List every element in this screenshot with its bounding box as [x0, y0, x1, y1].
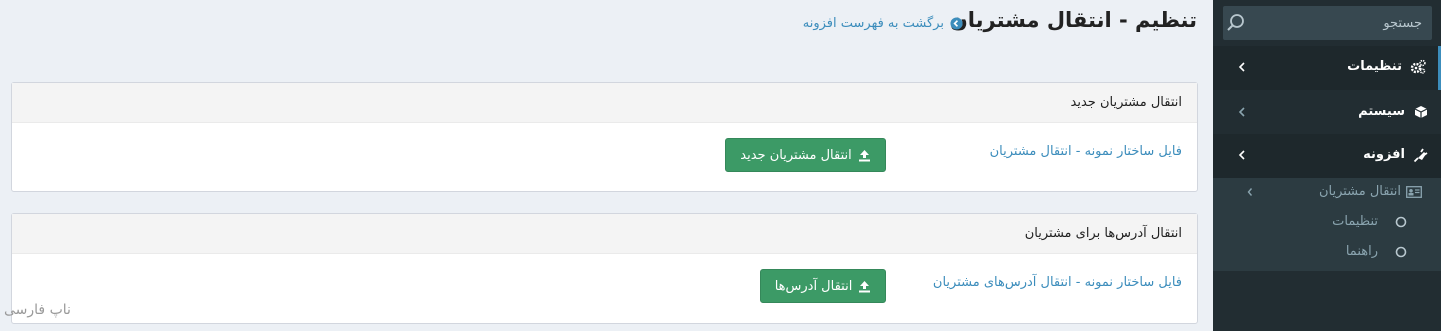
circle-icon [1395, 246, 1407, 258]
search-input[interactable] [1252, 6, 1432, 40]
sample-file-link[interactable]: فایل ساختار نمونه - انتقال آدرس‌های مشتر… [933, 275, 1182, 290]
arrow-circle-left-icon [950, 17, 963, 30]
panel-header: انتقال آدرس‌ها برای مشتریان [12, 214, 1197, 254]
upload-icon [858, 149, 870, 161]
sidebar: تنظیمات سیستم افزونه [1213, 0, 1441, 331]
panel-title: انتقال آدرس‌ها برای مشتریان [1024, 226, 1182, 241]
page-title: تنظیم - انتقال مشتریان [949, 8, 1197, 32]
watermark: ناپ فارسی [4, 302, 71, 318]
chevron-left-icon [1238, 62, 1245, 72]
sidebar-item-label: تنظیمات [1347, 59, 1402, 74]
upload-icon [859, 280, 871, 292]
button-label: انتقال مشتریان جدید [740, 147, 852, 163]
circle-icon [1395, 216, 1407, 228]
chevron-left-icon [1238, 107, 1245, 117]
submenu-item-label: تنظیمات [1332, 214, 1378, 229]
submenu-item-help[interactable]: راهنما [1213, 238, 1441, 268]
chevron-left-icon [1247, 188, 1253, 196]
submenu-parent-label: انتقال مشتریان [1318, 184, 1401, 199]
sidebar-item-label: افزونه [1363, 147, 1405, 162]
panel-header: انتقال مشتریان جدید [12, 83, 1197, 123]
sidebar-item-label: سیستم [1358, 104, 1405, 119]
address-card-icon [1406, 186, 1422, 198]
back-to-addons-link[interactable]: برگشت به فهرست افزونه [803, 16, 963, 31]
submenu-item-label: راهنما [1345, 244, 1378, 259]
customer-addresses-panel: انتقال آدرس‌ها برای مشتریان فایل ساختار … [11, 213, 1198, 324]
import-addresses-button[interactable]: انتقال آدرس‌ها [760, 269, 886, 303]
submenu-item-customer-transfer[interactable]: انتقال مشتریان [1213, 178, 1441, 208]
panel-title: انتقال مشتریان جدید [1070, 95, 1182, 110]
back-link-label: برگشت به فهرست افزونه [802, 16, 944, 31]
sample-file-link[interactable]: فایل ساختار نمونه - انتقال مشتریان [990, 144, 1182, 159]
new-customers-panel: انتقال مشتریان جدید فایل ساختار نمونه - … [11, 82, 1198, 192]
search-icon[interactable] [1226, 13, 1246, 33]
sidebar-search [1223, 6, 1432, 40]
cube-icon [1414, 106, 1428, 118]
sidebar-item-addons[interactable]: افزونه [1213, 134, 1441, 178]
sidebar-item-settings[interactable]: تنظیمات [1213, 46, 1441, 90]
button-label: انتقال آدرس‌ها [774, 278, 853, 294]
addons-submenu: انتقال مشتریان تنظیمات راهنما [1213, 178, 1441, 271]
chevron-left-icon [1238, 150, 1245, 160]
plug-icon [1413, 148, 1428, 163]
submenu-item-settings[interactable]: تنظیمات [1213, 208, 1441, 238]
import-new-customers-button[interactable]: انتقال مشتریان جدید [725, 138, 886, 172]
sidebar-item-system[interactable]: سیستم [1213, 91, 1441, 135]
gears-icon [1410, 59, 1426, 74]
